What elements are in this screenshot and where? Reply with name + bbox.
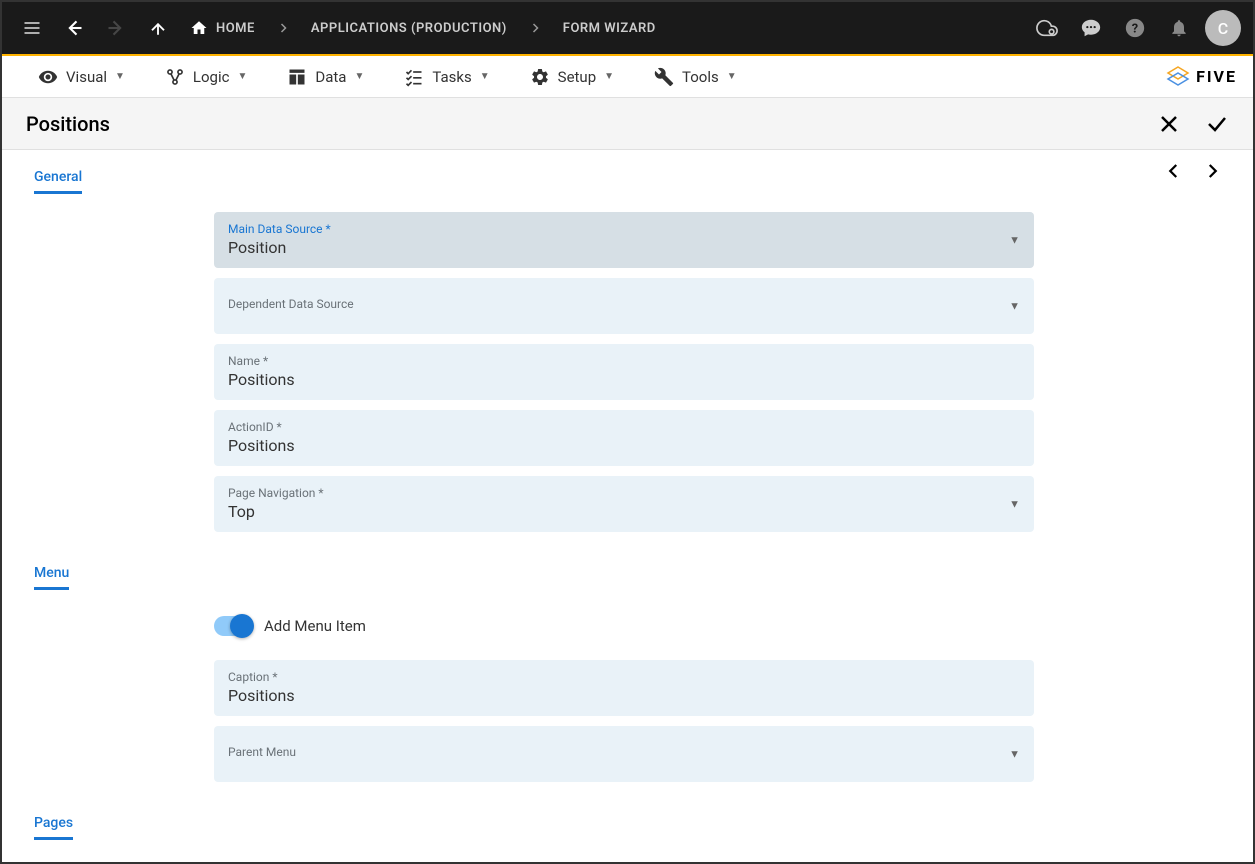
chevron-right-icon (521, 19, 549, 38)
chevron-down-icon: ▼ (1009, 234, 1020, 247)
close-button[interactable] (1157, 112, 1181, 136)
bell-icon[interactable] (1161, 10, 1197, 46)
page-navigation-field[interactable]: Page Navigation * Top ▼ (214, 476, 1034, 532)
chevron-down-icon: ▼ (1009, 498, 1020, 511)
chevron-down-icon: ▼ (354, 71, 364, 82)
chevron-down-icon: ▼ (604, 71, 614, 82)
section-pages-label: Pages (34, 815, 73, 840)
breadcrumb-label: APPLICATIONS (PRODUCTION) (311, 21, 507, 36)
menu-tasks[interactable]: Tasks ▼ (384, 67, 509, 87)
breadcrumb-applications[interactable]: APPLICATIONS (PRODUCTION) (303, 21, 515, 36)
menu-label: Tools (682, 68, 719, 86)
prev-button[interactable] (1165, 162, 1183, 180)
caption-field[interactable]: Caption * Positions (214, 660, 1034, 716)
menu-logic[interactable]: Logic ▼ (145, 67, 267, 87)
logo: FIVE (1166, 65, 1237, 89)
section-menu-label: Menu (34, 565, 69, 590)
up-button[interactable] (140, 10, 176, 46)
menu-label: Visual (66, 68, 107, 86)
field-value: Positions (228, 686, 1020, 705)
chevron-down-icon: ▼ (480, 71, 490, 82)
page-title: Positions (26, 112, 1157, 136)
chevron-down-icon: ▼ (1009, 300, 1020, 313)
confirm-button[interactable] (1205, 112, 1229, 136)
chevron-down-icon: ▼ (237, 71, 247, 82)
field-value: Position (228, 238, 1020, 257)
field-label: Dependent Data Source (228, 297, 1020, 311)
parent-menu-field[interactable]: Parent Menu ▼ (214, 726, 1034, 782)
avatar[interactable]: C (1205, 10, 1241, 46)
menu-data[interactable]: Data ▼ (267, 67, 384, 87)
menu-label: Setup (558, 68, 596, 86)
toggle-label: Add Menu Item (264, 617, 366, 635)
next-button[interactable] (1203, 162, 1221, 180)
name-field[interactable]: Name * Positions (214, 344, 1034, 400)
avatar-letter: C (1218, 19, 1228, 38)
hamburger-icon[interactable] (14, 10, 50, 46)
breadcrumb-label: FORM WIZARD (563, 21, 656, 36)
chat-icon[interactable] (1073, 10, 1109, 46)
chevron-right-icon (269, 19, 297, 38)
dependent-data-source-field[interactable]: Dependent Data Source ▼ (214, 278, 1034, 334)
chevron-down-icon: ▼ (1009, 748, 1020, 761)
logo-text: FIVE (1196, 67, 1237, 86)
menu-label: Data (315, 68, 346, 86)
back-button[interactable] (56, 10, 92, 46)
field-label: Main Data Source * (228, 222, 1020, 236)
chevron-down-icon: ▼ (115, 71, 125, 82)
menu-label: Logic (193, 68, 230, 86)
add-menu-item-toggle[interactable] (214, 616, 252, 636)
field-value: Positions (228, 370, 1020, 389)
chevron-down-icon: ▼ (727, 71, 737, 82)
breadcrumb-home[interactable]: HOME (182, 19, 263, 37)
forward-button (98, 10, 134, 46)
field-label: Name * (228, 354, 1020, 368)
svg-text:?: ? (1132, 22, 1138, 37)
field-value: Top (228, 502, 1020, 521)
help-icon[interactable]: ? (1117, 10, 1153, 46)
field-label: ActionID * (228, 420, 1020, 434)
menu-tools[interactable]: Tools ▼ (634, 67, 757, 87)
action-id-field[interactable]: ActionID * Positions (214, 410, 1034, 466)
field-label: Page Navigation * (228, 486, 1020, 500)
breadcrumb-label: HOME (216, 21, 255, 36)
menu-setup[interactable]: Setup ▼ (510, 67, 634, 87)
field-label: Parent Menu (228, 745, 1020, 759)
section-general-label: General (34, 169, 82, 194)
menu-label: Tasks (432, 68, 471, 86)
field-value: Positions (228, 436, 1020, 455)
field-label: Caption * (228, 670, 1020, 684)
menu-visual[interactable]: Visual ▼ (18, 67, 145, 87)
cloud-icon[interactable] (1029, 10, 1065, 46)
main-data-source-field[interactable]: Main Data Source * Position ▼ (214, 212, 1034, 268)
breadcrumb-form-wizard[interactable]: FORM WIZARD (555, 21, 664, 36)
